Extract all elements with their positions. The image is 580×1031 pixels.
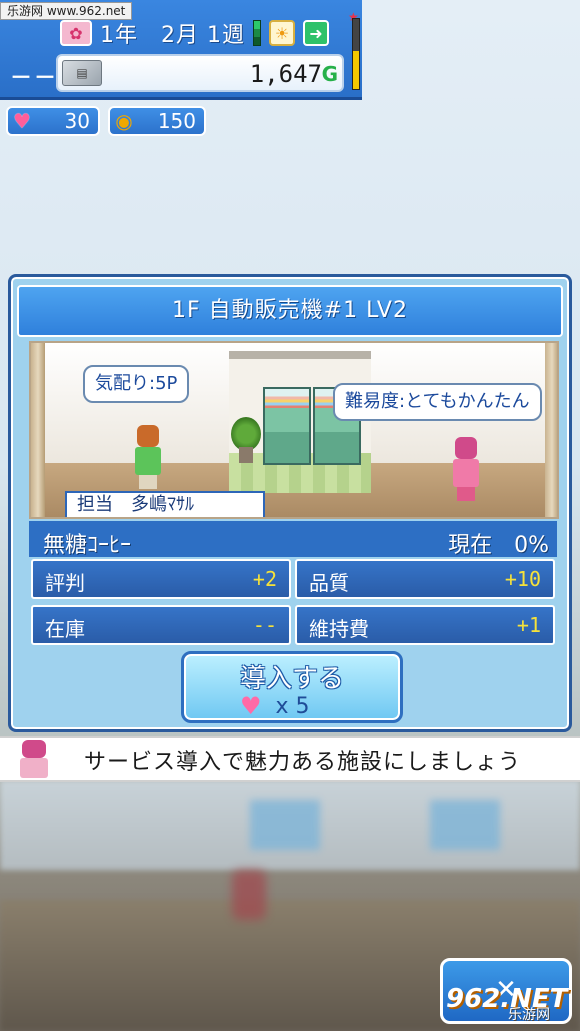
scene-pillar (31, 343, 45, 517)
season-indicator-icon (253, 20, 261, 46)
site-logo-subtitle: 乐游网 (508, 1007, 550, 1023)
site-watermark: 乐游网 www.962.net (0, 2, 133, 20)
dialog-title: 1F 自動販売機#1 LV2 (17, 285, 563, 337)
arrow-right-icon[interactable]: ➜ (303, 20, 329, 46)
staff-head (137, 425, 159, 447)
progress-gauge (352, 18, 360, 90)
heart-icon: ♥ (13, 109, 31, 133)
staff-assignment-tag[interactable]: 担当 多嶋ﾏｻﾙ (65, 491, 265, 517)
top-hud: ✿ 1年 2月 1週 ☀ ➜ ★ －－ ▤ 1,647 G ♥ 30 ◉ 150 (0, 0, 580, 136)
sun-icon[interactable]: ☀ (269, 20, 295, 46)
facility-dialog: 1F 自動販売機#1 LV2 気配り:5P 難易度:とてもかんたん 担当 多嶋ﾏ… (8, 274, 572, 732)
stat-stock: 在庫 -- (31, 605, 291, 645)
stat-value: +2 (252, 567, 277, 591)
staff-skill-bubble: 気配り:5P (83, 365, 190, 403)
date-text: 1年 2月 1週 (100, 23, 245, 48)
service-row: 無糖ｺｰﾋｰ 現在 0% (31, 525, 555, 558)
stat-label: 品質 (309, 571, 349, 595)
introduce-cost: ♥ x 5 (240, 692, 310, 720)
service-name: 無糖ｺｰﾋｰ (43, 533, 132, 558)
customer-body (453, 459, 479, 487)
stat-label: 在庫 (45, 617, 85, 641)
coins-counter: ◉ 150 (108, 106, 206, 136)
background-figure (232, 870, 266, 920)
stat-quality: 品質 +10 (295, 559, 555, 599)
plant-icon (231, 417, 261, 451)
difficulty-bubble: 難易度:とてもかんたん (333, 383, 542, 421)
background-window (430, 800, 500, 850)
facility-scene: 気配り:5P 難易度:とてもかんたん 担当 多嶋ﾏｻﾙ (29, 341, 559, 519)
scene-pillar (545, 343, 557, 517)
rank-dash: －－ (10, 66, 59, 91)
stat-label: 評判 (45, 571, 85, 595)
heart-icon: ♥ (240, 692, 262, 720)
background-window (250, 800, 320, 850)
wallet-icon: ▤ (62, 60, 102, 86)
hearts-counter: ♥ 30 (6, 106, 100, 136)
introduce-cost-value: x 5 (275, 693, 310, 719)
stat-reputation: 評判 +2 (31, 559, 291, 599)
date-row: ✿ 1年 2月 1週 ☀ ➜ (60, 16, 329, 50)
stats-grid: 評判 +2 品質 +10 在庫 -- 維持費 +1 (31, 559, 555, 647)
stat-value: -- (252, 613, 277, 637)
staff-body (135, 447, 161, 475)
money-unit: G (321, 62, 338, 86)
plant-pot (239, 447, 253, 463)
introduce-button[interactable]: 導入する ♥ x 5 (181, 651, 403, 723)
stat-value: +1 (516, 613, 541, 637)
staff-character (131, 425, 165, 491)
staff-legs (139, 475, 157, 489)
money-display: ▤ 1,647 G (56, 54, 344, 92)
stat-value: +10 (504, 567, 541, 591)
customer-character (449, 437, 481, 501)
hearts-value: 30 (64, 109, 90, 133)
coins-value: 150 (157, 109, 196, 133)
service-status: 現在 0% (448, 533, 549, 558)
progress-gauge-fill (353, 50, 359, 89)
coin-icon: ◉ (115, 109, 133, 133)
flower-icon: ✿ (60, 20, 92, 46)
customer-head (455, 437, 477, 459)
hint-text: サービス導入で魅力ある施設にしましょう (84, 750, 522, 775)
money-value: 1,647 (249, 60, 322, 88)
customer-legs (457, 487, 475, 501)
stat-label: 維持費 (309, 617, 369, 641)
introduce-button-label: 導入する (239, 664, 344, 694)
stat-maintenance: 維持費 +1 (295, 605, 555, 645)
vending-machine (263, 387, 311, 465)
assistant-avatar (14, 740, 56, 780)
hint-bar: サービス導入で魅力ある施設にしましょう (0, 736, 580, 782)
